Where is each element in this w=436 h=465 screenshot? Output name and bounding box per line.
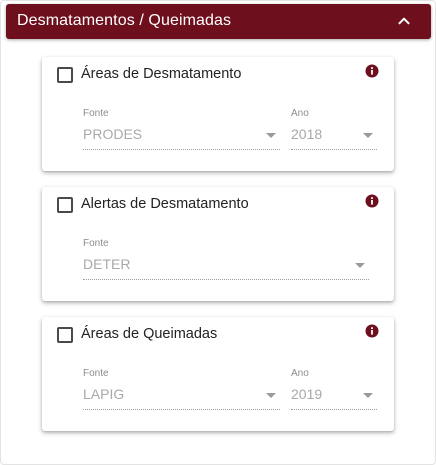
fonte-field: Fonte PRODES bbox=[83, 108, 280, 150]
ano-value: 2018 bbox=[291, 126, 323, 142]
dropdown-arrow-icon bbox=[363, 133, 373, 138]
fonte-label: Fonte bbox=[83, 368, 109, 379]
fonte-value: DETER bbox=[83, 256, 131, 272]
ano-value: 2019 bbox=[291, 386, 323, 402]
dropdown-arrow-icon bbox=[266, 393, 276, 398]
fonte-select[interactable]: PRODES bbox=[83, 124, 280, 150]
ano-label: Ano bbox=[291, 108, 309, 119]
info-icon[interactable] bbox=[365, 64, 379, 78]
fonte-label: Fonte bbox=[83, 108, 109, 119]
layer-label: Alertas de Desmatamento bbox=[81, 196, 249, 212]
panel-header[interactable]: Desmatamentos / Queimadas bbox=[6, 4, 431, 39]
fonte-value: LAPIG bbox=[83, 386, 125, 402]
panel-title: Desmatamentos / Queimadas bbox=[17, 12, 232, 29]
chevron-up-icon[interactable] bbox=[393, 10, 415, 32]
fonte-select[interactable]: LAPIG bbox=[83, 384, 280, 410]
ano-field: Ano 2019 bbox=[291, 368, 377, 410]
ano-field: Ano 2018 bbox=[291, 108, 377, 150]
layer-checkbox[interactable] bbox=[56, 326, 74, 344]
layer-group-panel: Desmatamentos / Queimadas Áreas de Desma… bbox=[0, 0, 436, 465]
layer-checkbox[interactable] bbox=[56, 196, 74, 214]
info-icon[interactable] bbox=[365, 324, 379, 338]
layer-card-queimadas: Áreas de Queimadas Fonte LAPIG Ano 2019 bbox=[42, 317, 394, 431]
dropdown-arrow-icon bbox=[266, 133, 276, 138]
layer-card-desmatamento: Áreas de Desmatamento Fonte PRODES Ano 2… bbox=[42, 57, 394, 171]
ano-label: Ano bbox=[291, 368, 309, 379]
fonte-field: Fonte LAPIG bbox=[83, 368, 280, 410]
fonte-value: PRODES bbox=[83, 126, 143, 142]
layer-label: Áreas de Queimadas bbox=[81, 326, 218, 342]
info-icon[interactable] bbox=[365, 194, 379, 208]
layer-label: Áreas de Desmatamento bbox=[81, 66, 242, 82]
ano-select[interactable]: 2019 bbox=[291, 384, 377, 410]
dropdown-arrow-icon bbox=[363, 393, 373, 398]
layer-checkbox[interactable] bbox=[56, 66, 74, 84]
fonte-select[interactable]: DETER bbox=[83, 254, 369, 280]
fonte-label: Fonte bbox=[83, 238, 109, 249]
fonte-field: Fonte DETER bbox=[83, 238, 369, 280]
dropdown-arrow-icon bbox=[355, 263, 365, 268]
layer-card-alertas: Alertas de Desmatamento Fonte DETER bbox=[42, 187, 394, 301]
ano-select[interactable]: 2018 bbox=[291, 124, 377, 150]
